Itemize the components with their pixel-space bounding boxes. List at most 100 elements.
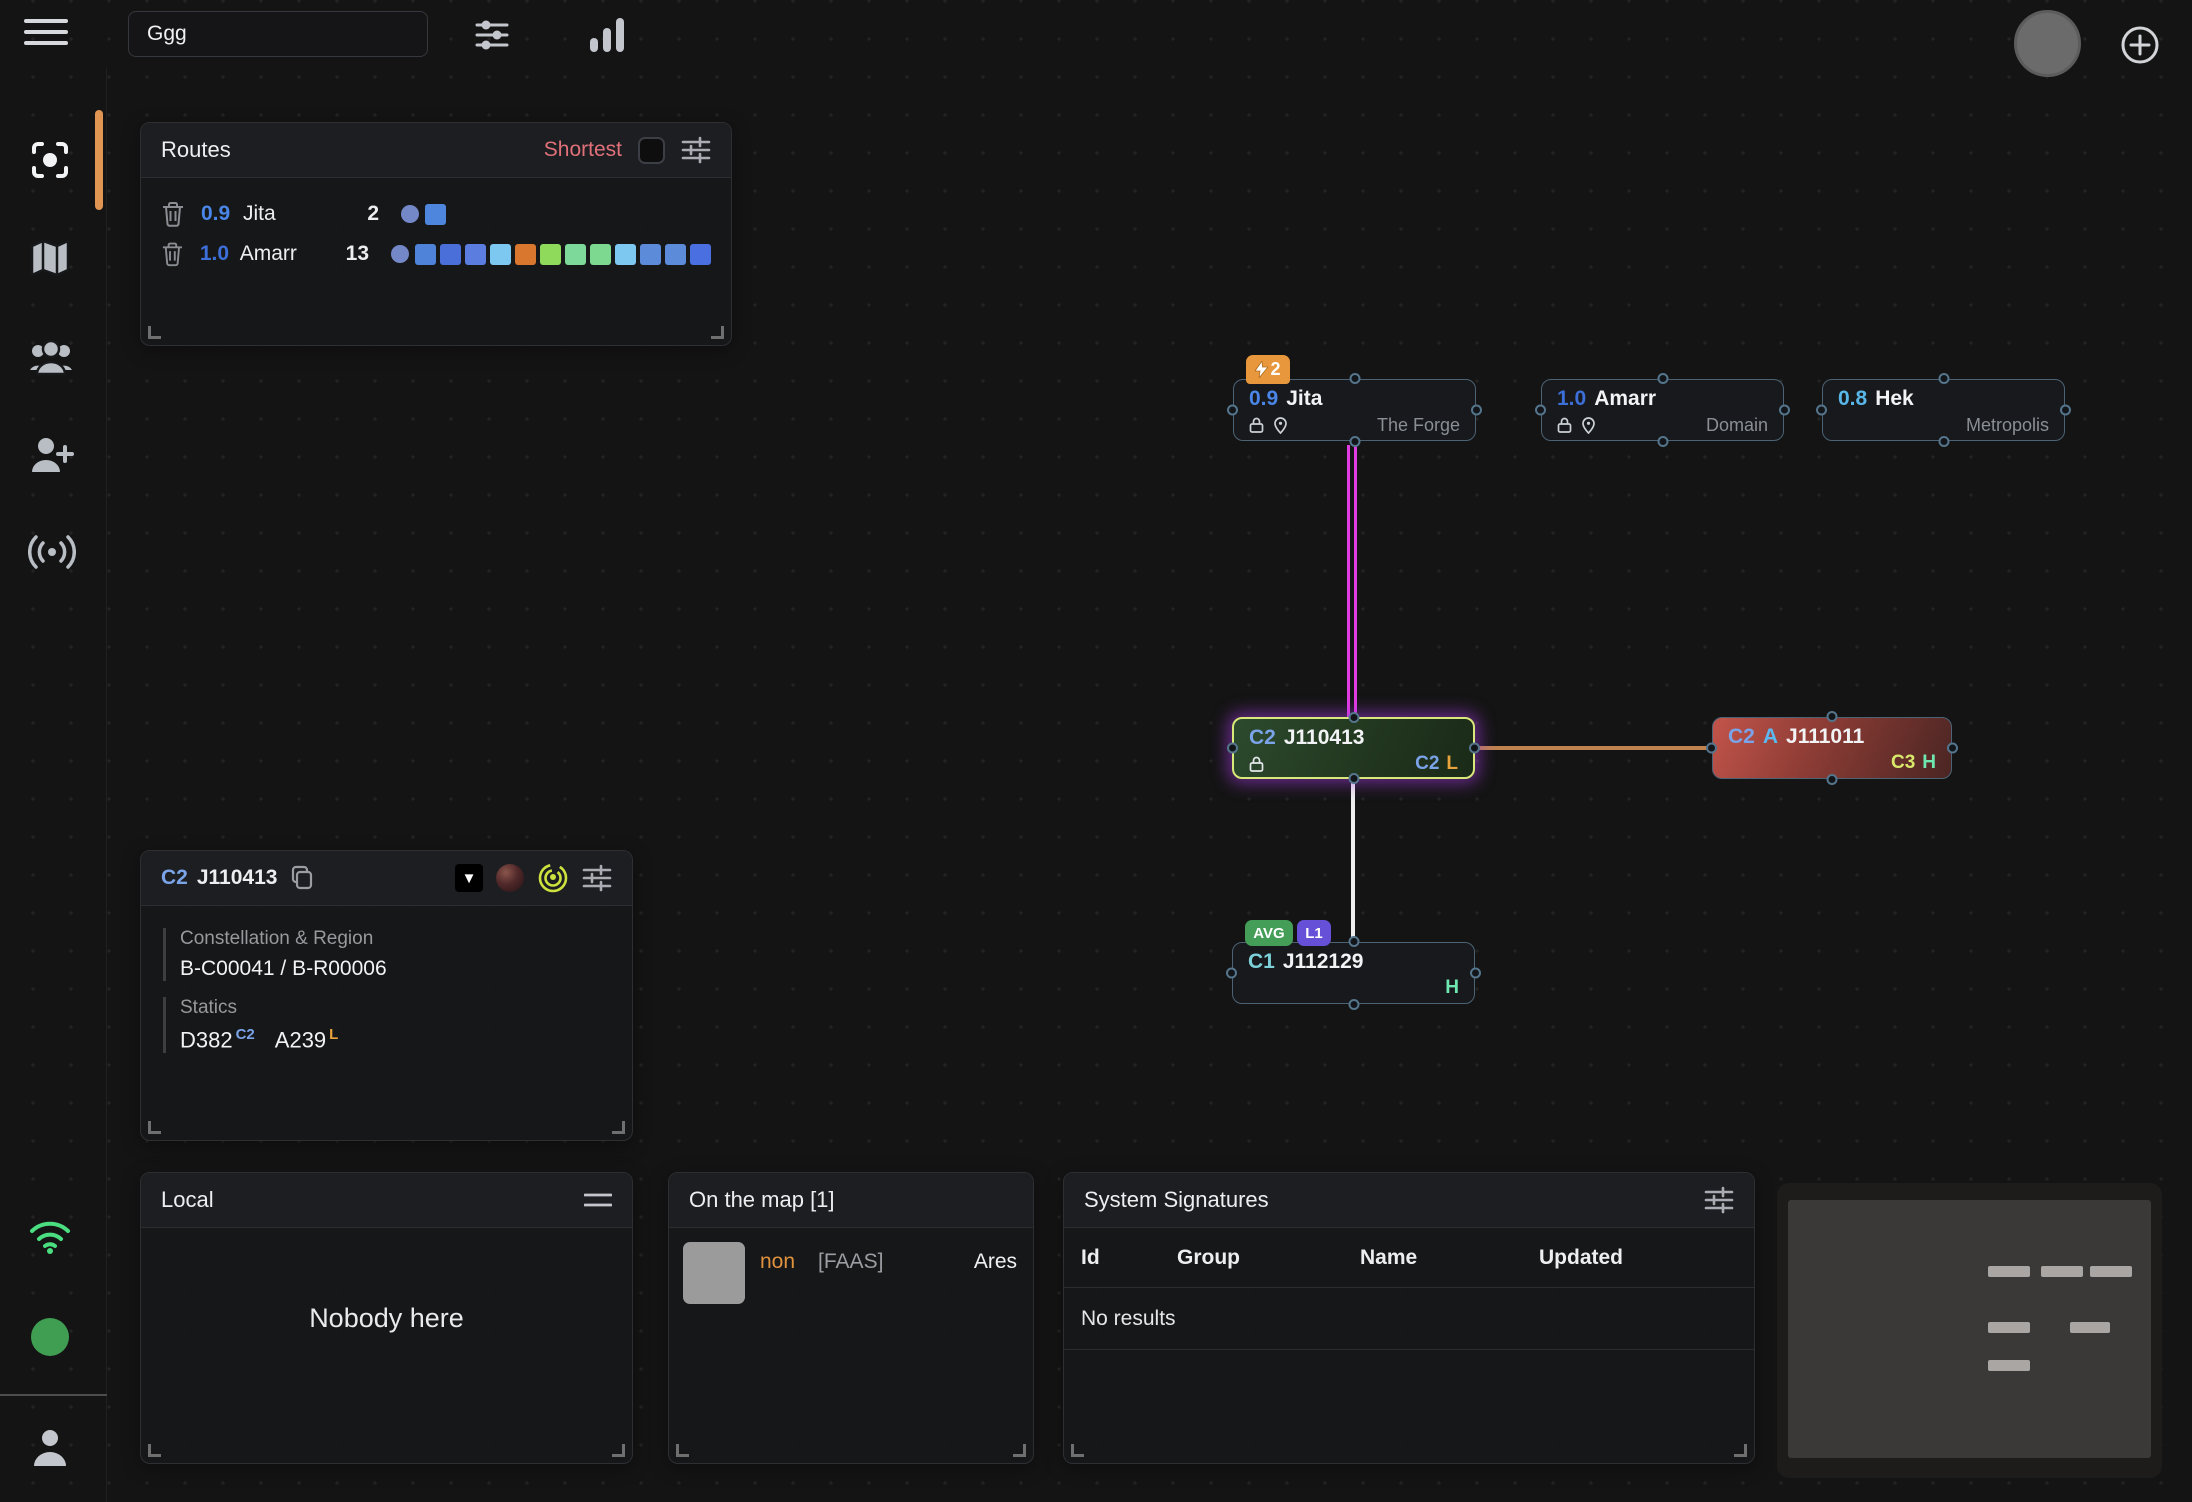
connection-jita-j110413-line-b[interactable] bbox=[1354, 445, 1357, 718]
map-name-input[interactable] bbox=[128, 11, 428, 57]
map-node-j112129[interactable]: AVG L1 C1 J112129 H bbox=[1232, 942, 1475, 1004]
connection-handle-right[interactable] bbox=[1470, 968, 1481, 979]
connection-handle-left[interactable] bbox=[1706, 743, 1717, 754]
resize-handle[interactable] bbox=[148, 326, 161, 339]
route-jump-segment bbox=[415, 244, 436, 265]
wormhole-effect: A bbox=[1763, 725, 1778, 749]
minimap-panel[interactable] bbox=[1777, 1183, 2162, 1478]
connection-handle-left[interactable] bbox=[1226, 968, 1237, 979]
pilot-row[interactable]: non [FAAS] Ares bbox=[669, 1228, 1033, 1304]
resize-handle[interactable] bbox=[676, 1444, 689, 1457]
connection-handle-bottom[interactable] bbox=[1349, 436, 1360, 447]
map-icon[interactable] bbox=[28, 236, 72, 280]
connection-handle-bottom[interactable] bbox=[1657, 436, 1668, 447]
route-segments bbox=[391, 244, 711, 265]
resize-handle[interactable] bbox=[148, 1444, 161, 1457]
signatures-title: System Signatures bbox=[1084, 1187, 1269, 1213]
lock-icon bbox=[1249, 417, 1264, 433]
connection-handle-bottom[interactable] bbox=[1348, 773, 1359, 784]
resize-handle[interactable] bbox=[148, 1121, 161, 1134]
system-effect-image[interactable] bbox=[496, 864, 524, 892]
map-filter-icon[interactable] bbox=[474, 20, 510, 50]
map-node-j111011[interactable]: C2 A J111011 C3 H bbox=[1712, 717, 1952, 779]
connection-handle-bottom[interactable] bbox=[1827, 774, 1838, 785]
resize-handle[interactable] bbox=[1071, 1444, 1084, 1457]
on-the-map-panel: On the map [1] non [FAAS] Ares bbox=[668, 1172, 1034, 1464]
signatures-settings-icon[interactable] bbox=[1704, 1186, 1734, 1214]
user-avatar[interactable] bbox=[2014, 10, 2081, 77]
menu-icon[interactable] bbox=[24, 19, 68, 49]
pilot-corp-ticker: [FAAS] bbox=[818, 1250, 883, 1274]
connection-handle-right[interactable] bbox=[1947, 743, 1958, 754]
connection-handle-top[interactable] bbox=[1348, 936, 1359, 947]
on-the-map-title: On the map [1] bbox=[689, 1187, 835, 1213]
delete-route-icon[interactable] bbox=[161, 241, 184, 267]
system-settings-icon[interactable] bbox=[582, 864, 612, 892]
connection-handle-top[interactable] bbox=[1348, 712, 1359, 723]
route-segments bbox=[401, 204, 446, 225]
route-destination: Amarr bbox=[240, 242, 327, 266]
connection-handle-right[interactable] bbox=[1779, 405, 1790, 416]
resize-handle[interactable] bbox=[711, 326, 724, 339]
map-node-amarr[interactable]: 1.0 Amarr Domain bbox=[1541, 379, 1784, 441]
connection-handle-left[interactable] bbox=[1816, 405, 1827, 416]
security-status: 0.8 bbox=[1838, 387, 1867, 411]
system-signatures-panel: System Signatures Id Group Name Updated … bbox=[1063, 1172, 1755, 1464]
add-map-icon[interactable] bbox=[2120, 25, 2160, 65]
delete-route-icon[interactable] bbox=[161, 201, 185, 227]
column-header-name[interactable]: Name bbox=[1360, 1246, 1539, 1270]
connection-handle-left[interactable] bbox=[1535, 405, 1546, 416]
connection-handle-left[interactable] bbox=[1227, 743, 1238, 754]
system-name: J112129 bbox=[1283, 950, 1364, 974]
map-node-jita[interactable]: 2 0.9 Jita The Forge bbox=[1233, 379, 1476, 441]
system-scan-icon[interactable] bbox=[537, 862, 569, 894]
resize-handle[interactable] bbox=[612, 1444, 625, 1457]
profile-icon[interactable] bbox=[28, 1426, 72, 1470]
resize-handle[interactable] bbox=[612, 1121, 625, 1134]
connection-j110413-j112129-line[interactable] bbox=[1351, 780, 1355, 943]
lightning-icon bbox=[1255, 361, 1268, 378]
connection-handle-right[interactable] bbox=[1471, 405, 1482, 416]
broadcast-icon[interactable] bbox=[28, 532, 72, 576]
connection-handle-bottom[interactable] bbox=[1348, 999, 1359, 1010]
statics-label: Statics bbox=[180, 997, 612, 1019]
characters-icon[interactable] bbox=[28, 336, 72, 380]
left-sidebar bbox=[0, 68, 107, 1502]
avg-badge: AVG bbox=[1245, 920, 1293, 946]
copy-icon[interactable] bbox=[290, 865, 314, 891]
connection-handle-right[interactable] bbox=[2060, 405, 2071, 416]
map-node-j110413-selected[interactable]: C2 J110413 C2 L bbox=[1232, 717, 1475, 779]
wormhole-class-icon[interactable]: ▼ bbox=[455, 864, 483, 892]
route-row[interactable]: 1.0 Amarr 13 bbox=[161, 234, 711, 274]
resize-handle[interactable] bbox=[1734, 1444, 1747, 1457]
connection-handle-right[interactable] bbox=[1469, 743, 1480, 754]
resize-handle[interactable] bbox=[1013, 1444, 1026, 1457]
system-name: J111011 bbox=[1786, 725, 1864, 749]
minimap-viewport[interactable] bbox=[1788, 1200, 2151, 1458]
tracking-icon[interactable] bbox=[28, 138, 72, 182]
connection-handle-top[interactable] bbox=[1827, 711, 1838, 722]
connection-handle-bottom[interactable] bbox=[1938, 436, 1949, 447]
map-node-hek[interactable]: 0.8 Hek Metropolis bbox=[1822, 379, 2065, 441]
active-tool-indicator bbox=[95, 110, 103, 210]
connection-jita-j110413-line-a[interactable] bbox=[1347, 445, 1350, 718]
connection-handle-top[interactable] bbox=[1657, 373, 1668, 384]
activity-chart-icon[interactable] bbox=[588, 16, 628, 54]
route-row[interactable]: 0.9 Jita 2 bbox=[161, 194, 711, 234]
connection-handle-left[interactable] bbox=[1227, 405, 1238, 416]
node-lightning-badge: 2 bbox=[1246, 355, 1290, 384]
shortest-checkbox[interactable] bbox=[638, 137, 665, 164]
connection-j110413-j111011-line[interactable] bbox=[1477, 746, 1712, 750]
routes-settings-icon[interactable] bbox=[681, 136, 711, 164]
system-name: J110413 bbox=[1284, 726, 1365, 750]
follow-character-icon[interactable] bbox=[28, 434, 72, 478]
local-menu-icon[interactable] bbox=[584, 1192, 612, 1208]
system-name: Amarr bbox=[1594, 387, 1656, 411]
security-status: 1.0 bbox=[1557, 387, 1586, 411]
column-header-updated[interactable]: Updated bbox=[1539, 1246, 1754, 1270]
column-header-group[interactable]: Group bbox=[1177, 1246, 1360, 1270]
route-jump-segment bbox=[640, 244, 661, 265]
connection-handle-top[interactable] bbox=[1349, 373, 1360, 384]
column-header-id[interactable]: Id bbox=[1081, 1246, 1177, 1270]
connection-handle-top[interactable] bbox=[1938, 373, 1949, 384]
